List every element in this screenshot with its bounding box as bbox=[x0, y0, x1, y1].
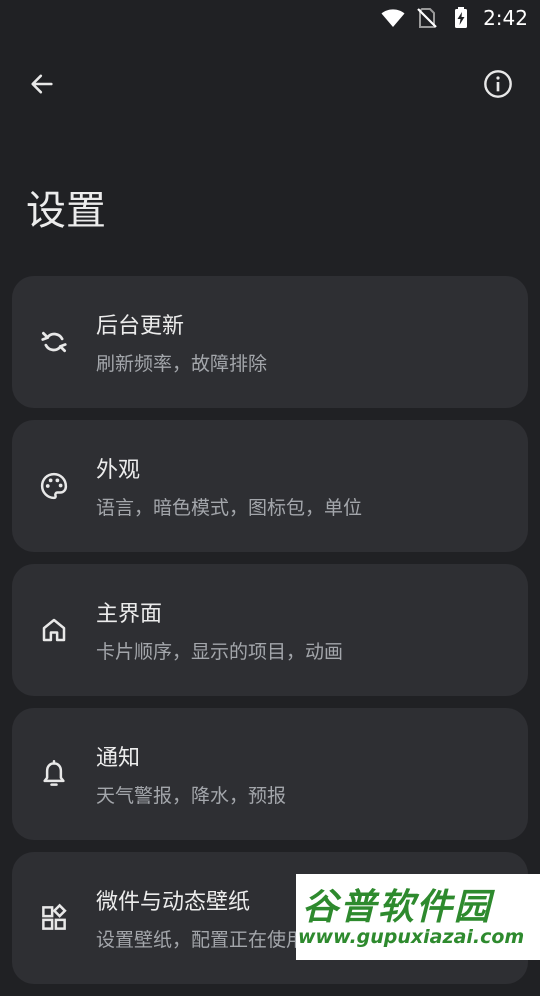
settings-item-title: 主界面 bbox=[96, 602, 163, 627]
settings-item-subtitle: 设置壁纸，配置正在使用 bbox=[96, 929, 306, 951]
settings-item-title: 通知 bbox=[96, 746, 141, 771]
top-app-bar bbox=[0, 60, 540, 110]
info-button[interactable] bbox=[474, 60, 522, 108]
info-circle-icon bbox=[484, 70, 512, 98]
status-bar: 2:42 bbox=[0, 0, 540, 36]
back-button[interactable] bbox=[18, 60, 66, 108]
page-title: 设置 bbox=[26, 188, 106, 234]
settings-item-background-updates[interactable]: 后台更新 刷新频率，故障排除 bbox=[12, 276, 528, 408]
no-sim-icon bbox=[417, 8, 437, 28]
settings-item-appearance[interactable]: 外观 语言，暗色模式，图标包，单位 bbox=[12, 420, 528, 552]
arrow-left-icon bbox=[31, 74, 53, 94]
settings-item-main-screen[interactable]: 主界面 卡片顺序，显示的项目，动画 bbox=[12, 564, 528, 696]
settings-item-title: 微件与动态壁纸 bbox=[96, 890, 251, 915]
status-time: 2:42 bbox=[483, 6, 528, 30]
widgets-icon bbox=[38, 902, 70, 934]
settings-item-subtitle: 天气警报，降水，预报 bbox=[96, 785, 287, 807]
settings-item-title: 后台更新 bbox=[96, 314, 185, 339]
settings-item-subtitle: 卡片顺序，显示的项目，动画 bbox=[96, 641, 344, 663]
battery-charging-icon bbox=[455, 7, 468, 28]
bell-icon bbox=[38, 758, 70, 790]
home-icon bbox=[38, 614, 70, 646]
wifi-icon bbox=[381, 9, 405, 27]
settings-item-title: 外观 bbox=[96, 458, 141, 483]
watermark-logo: 谷普软件园 www.gupuxiazai.com bbox=[296, 874, 540, 960]
palette-icon bbox=[38, 470, 70, 502]
settings-item-subtitle: 语言，暗色模式，图标包，单位 bbox=[96, 497, 363, 519]
sync-icon bbox=[38, 326, 70, 358]
watermark-title: 谷普软件园 bbox=[302, 887, 493, 928]
settings-item-subtitle: 刷新频率，故障排除 bbox=[96, 353, 268, 375]
watermark-url: www.gupuxiazai.com bbox=[298, 926, 525, 948]
settings-item-notifications[interactable]: 通知 天气警报，降水，预报 bbox=[12, 708, 528, 840]
